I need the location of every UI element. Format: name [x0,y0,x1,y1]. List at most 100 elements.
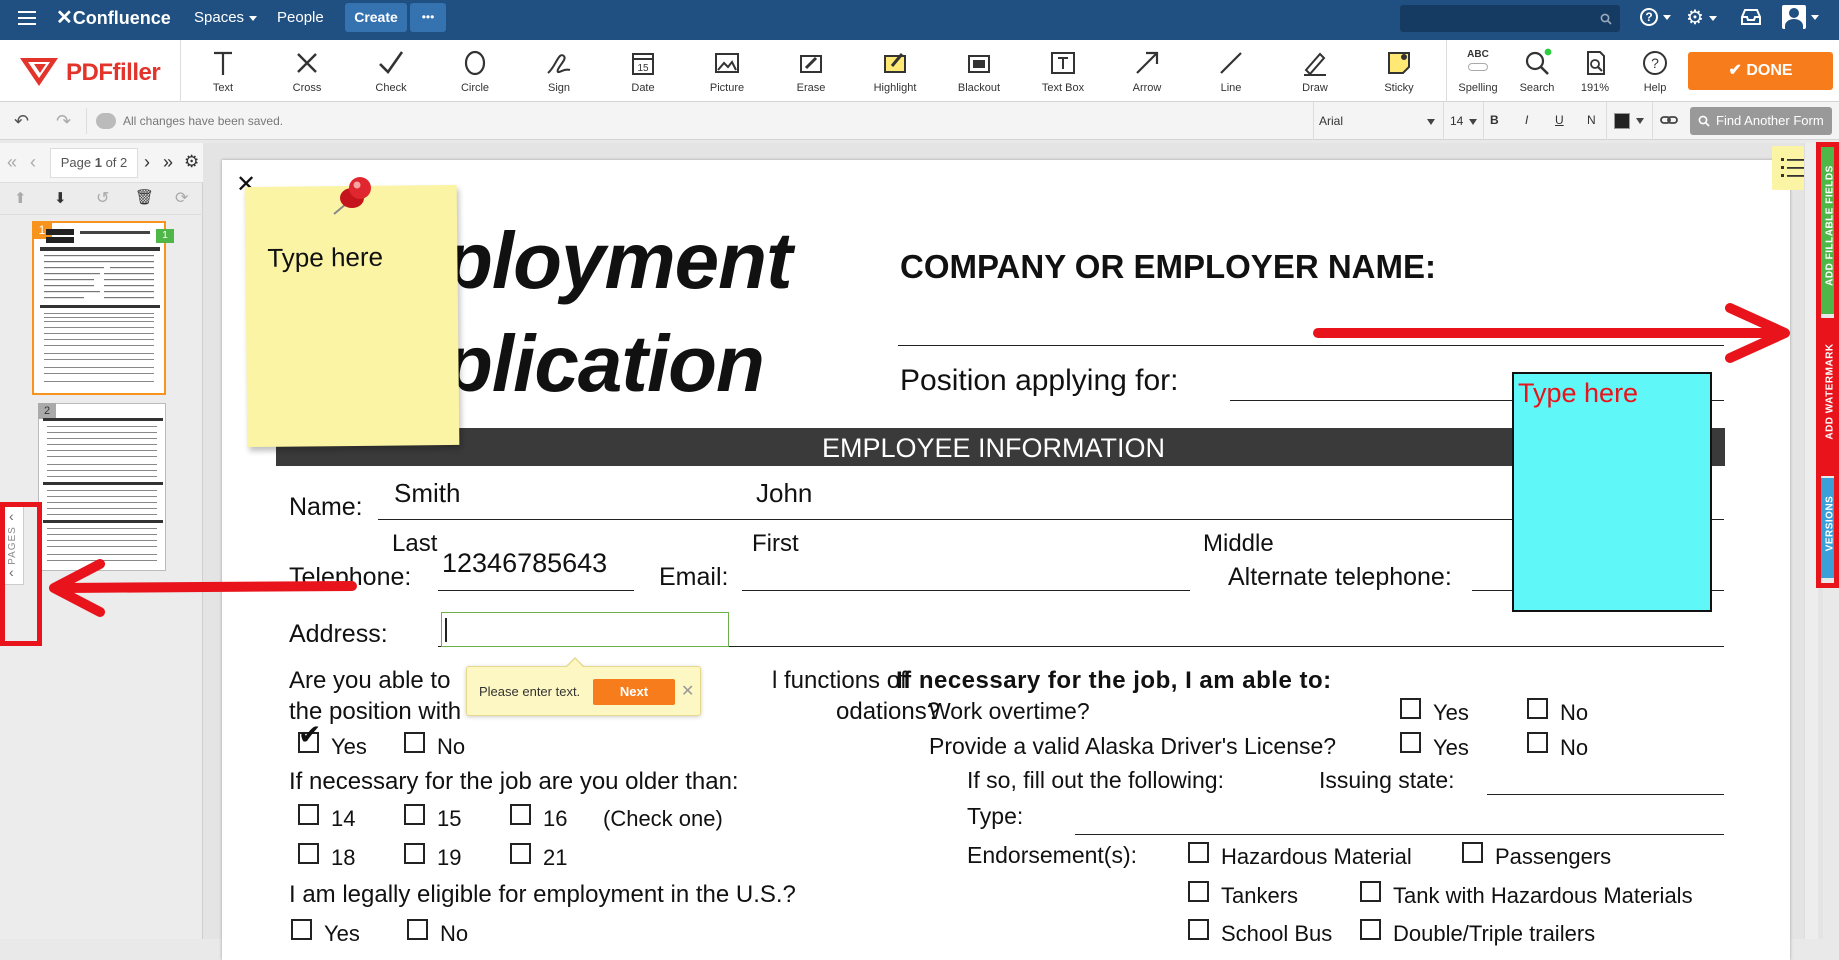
font-size-select[interactable]: 14 [1444,102,1484,140]
endorse-tankers-checkbox[interactable] [1188,881,1209,902]
age-18-checkbox[interactable] [298,843,319,864]
notifications-icon[interactable] [1740,8,1762,31]
age-19-checkbox[interactable] [404,843,425,864]
bold-button[interactable]: B [1490,113,1499,127]
tool-check[interactable]: Check [356,46,426,98]
textbox-icon [1051,52,1075,74]
age-16-checkbox[interactable] [510,804,531,825]
erase-icon [800,55,822,73]
overtime-yes-checkbox[interactable] [1400,698,1421,719]
settings-gear-icon[interactable]: ⚙ [1686,5,1717,30]
page-settings-gear-icon[interactable]: ⚙ [184,152,199,172]
license-yes-checkbox[interactable] [1400,732,1421,753]
page-thumbnail-2[interactable]: 2 [38,403,166,571]
age-21-checkbox[interactable] [510,843,531,864]
tool-blackout[interactable]: Blackout [944,46,1014,98]
tool-picture[interactable]: Picture [692,46,762,98]
endorse-schoolbus-checkbox[interactable] [1188,919,1209,940]
tool-circle[interactable]: Circle [440,46,510,98]
prev-page-icon[interactable]: ‹ [30,152,36,173]
first-name-value[interactable]: John [756,478,812,509]
tool-draw[interactable]: Draw [1280,46,1350,98]
rotate-page-icon[interactable]: ↺ [96,188,109,208]
sticky-note[interactable]: Type here [244,184,460,448]
chat-bubble-icon [96,113,116,129]
refresh-page-icon[interactable]: ⟳ [175,188,188,208]
endorse-hazardous-checkbox[interactable] [1188,842,1209,863]
thumbnail-preview [40,229,160,382]
find-another-form-button[interactable]: Find Another Form [1690,107,1832,135]
search-input[interactable] [1400,5,1620,32]
nav-people[interactable]: People [277,0,324,36]
undo-icon[interactable]: ↶ [14,111,29,132]
last-name-value[interactable]: Smith [394,478,460,509]
telephone-value[interactable]: 12346785643 [442,548,607,579]
last-page-icon[interactable]: » [163,152,173,173]
endorse-tank-hazmat-checkbox[interactable] [1360,881,1381,902]
red-arrow-right [1313,303,1790,363]
section-header-bar: EMPLOYEE INFORMATION [276,428,1725,466]
tool-date[interactable]: 15 Date [608,46,678,98]
move-page-down-icon[interactable]: ⬇ [54,189,67,207]
more-button[interactable]: ••• [410,3,446,32]
endorse-passengers-checkbox[interactable] [1462,842,1483,863]
done-button[interactable]: ✔ DONE [1688,52,1833,90]
first-page-icon[interactable]: « [7,152,17,173]
tool-cross[interactable]: Cross [272,46,342,98]
tooltip-next-button[interactable]: Next [593,679,675,705]
page-thumbnail-1[interactable]: 1 1 [32,221,174,395]
search-icon [1698,115,1710,127]
accommodation-yes-checkbox[interactable]: ✔ [298,719,321,753]
age-14-checkbox[interactable] [298,804,319,825]
search-icon [1525,48,1552,75]
font-family-select[interactable]: Arial [1313,102,1444,140]
check-icon: ✔ [1728,62,1742,79]
endorse-double-triple-checkbox[interactable] [1360,919,1381,940]
tool-erase[interactable]: Erase [776,46,846,98]
arrow-icon [1136,51,1159,74]
highlight-pages-tab [0,502,42,646]
picture-icon [715,53,739,73]
tool-sign[interactable]: Sign [524,46,594,98]
form-title-line2: plication [444,319,765,408]
age-15-checkbox[interactable] [404,804,425,825]
underline-button[interactable]: U [1555,113,1564,127]
delete-page-icon[interactable]: 🗑 [135,188,154,206]
tooltip-close-icon[interactable]: ✕ [681,681,694,701]
italic-button[interactable]: I [1525,113,1528,127]
thumbnail-preview [43,418,163,561]
help-icon: ? [1643,51,1667,75]
normal-button[interactable]: N [1587,113,1596,127]
move-page-up-icon[interactable]: ⬆ [14,189,27,207]
accommodation-no-checkbox[interactable] [404,732,425,753]
nav-spaces[interactable]: Spaces [194,0,258,36]
tool-line[interactable]: Line [1196,46,1266,98]
text-color-picker[interactable] [1614,113,1646,129]
tool-textbox[interactable]: Text Box [1028,46,1098,98]
create-button[interactable]: Create [345,3,407,32]
cross-icon [297,53,317,73]
user-avatar-icon[interactable] [1782,5,1819,29]
eligible-no-checkbox[interactable] [407,919,428,940]
form-title-line1: ployment [444,216,793,305]
help-menu-icon[interactable]: ? [1640,8,1671,26]
eligible-yes-checkbox[interactable] [291,919,312,940]
confluence-logo[interactable]: ✕Confluence [56,0,171,36]
text-prompt-tooltip: Please enter text. Next ✕ [466,657,701,716]
tool-help[interactable]: ? Help [1620,46,1690,98]
menu-icon[interactable] [18,0,38,36]
license-no-checkbox[interactable] [1527,732,1548,753]
address-input[interactable] [441,612,729,647]
company-label: COMPANY OR EMPLOYER NAME: [900,248,1436,285]
link-icon[interactable] [1660,111,1678,134]
tool-highlight[interactable]: Highlight [860,46,930,98]
tool-sticky[interactable]: Sticky [1364,46,1434,98]
textbox-annotation[interactable]: Type here [1512,372,1712,612]
circle-icon [464,50,486,76]
redo-icon[interactable]: ↷ [56,111,71,132]
svg-text:15: 15 [637,63,649,74]
tool-text[interactable]: Text [188,46,258,98]
next-page-icon[interactable]: › [144,152,150,173]
tool-arrow[interactable]: Arrow [1112,46,1182,98]
overtime-no-checkbox[interactable] [1527,698,1548,719]
